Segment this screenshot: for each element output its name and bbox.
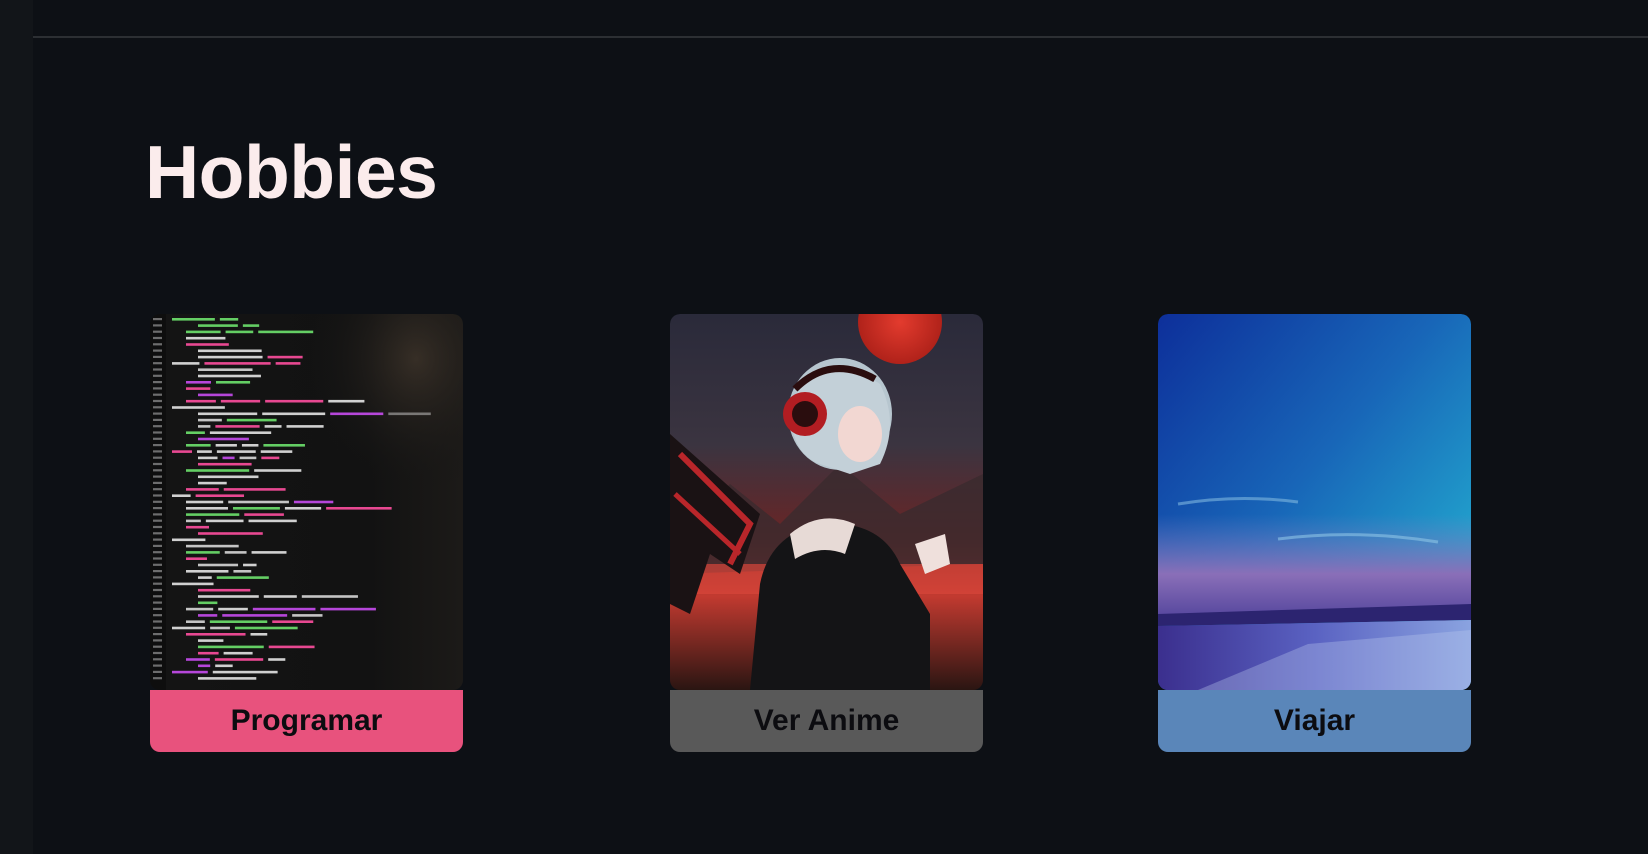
left-rail xyxy=(0,0,33,854)
hobby-card-programar[interactable]: Programar xyxy=(150,314,463,752)
hobby-label: Ver Anime xyxy=(670,690,983,752)
hobby-card-ver-anime[interactable]: Ver Anime xyxy=(670,314,983,752)
hobby-card-viajar[interactable]: Viajar xyxy=(1158,314,1471,752)
anime-image xyxy=(670,314,983,690)
sky-landscape-image xyxy=(1158,314,1471,690)
header-divider xyxy=(33,36,1648,38)
hobbies-page: Hobbies Programar Ver Anime Viajar xyxy=(0,0,1648,854)
section-title: Hobbies xyxy=(145,130,438,214)
hobby-label: Programar xyxy=(150,690,463,752)
hobby-label: Viajar xyxy=(1158,690,1471,752)
code-editor-image xyxy=(150,314,463,690)
